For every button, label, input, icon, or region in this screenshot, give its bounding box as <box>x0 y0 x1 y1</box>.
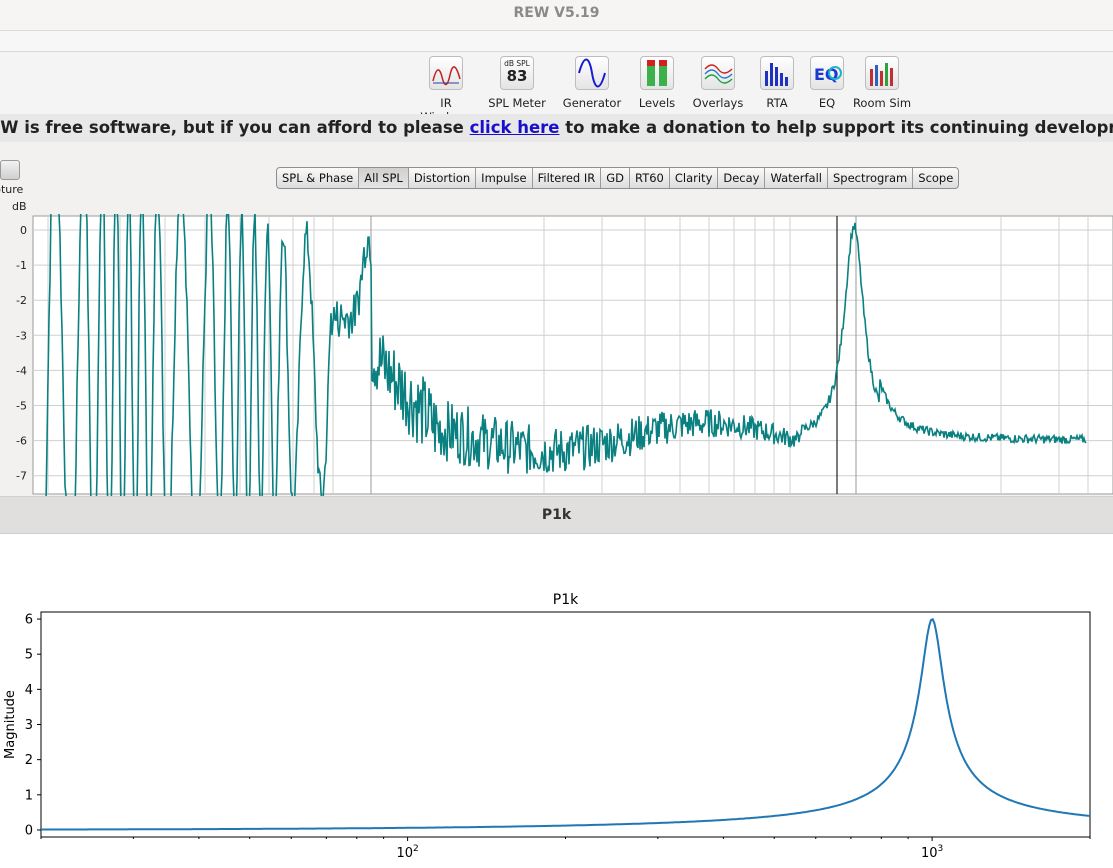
tab-gd[interactable]: GD <box>601 168 631 188</box>
levels-icon <box>640 56 674 90</box>
overlays-icon <box>701 56 735 90</box>
tab-all-spl[interactable]: All SPL <box>359 168 409 188</box>
ir-windows-icon <box>429 56 463 90</box>
room-sim-label: Room Sim <box>852 96 912 110</box>
tab-decay[interactable]: Decay <box>718 168 766 188</box>
y-tick-label: -7 <box>16 470 27 483</box>
x-tick-label: 103 <box>921 844 943 861</box>
levels-button[interactable]: Levels <box>632 56 682 110</box>
spl-meter-label: SPL Meter <box>488 96 546 110</box>
chart-title: P1k <box>553 592 579 608</box>
p1k-magnitude-chart: P1k 0 1 2 3 4 5 6 Magnitude 102 103 <box>3 592 1091 861</box>
y-tick-label: 0 <box>20 224 27 237</box>
y-unit-label: dB <box>12 200 27 213</box>
tab-clarity[interactable]: Clarity <box>670 168 719 188</box>
rta-button[interactable]: RTA <box>757 56 797 110</box>
levels-label: Levels <box>638 96 676 110</box>
capture-label: pture <box>0 183 24 196</box>
spl-meter-button[interactable]: dB SPL 83 SPL Meter <box>486 56 548 110</box>
graph-tabs: SPL & Phase All SPL Distortion Impulse Filte… <box>276 167 960 189</box>
y-tick-label: 3 <box>25 718 33 733</box>
tab-distortion[interactable]: Distortion <box>409 168 477 188</box>
menu-bar <box>0 31 1113 52</box>
rta-label: RTA <box>766 96 788 110</box>
eq-icon: EQ <box>810 56 844 90</box>
y-tick-label: -6 <box>16 435 27 448</box>
y-tick-label: 2 <box>25 753 33 768</box>
axes-frame <box>40 611 1091 838</box>
y-axis-label: Magnitude <box>3 690 18 759</box>
generator-button[interactable]: Generator <box>561 56 623 110</box>
spl-meter-value: 83 <box>506 67 528 85</box>
room-sim-icon <box>865 56 899 90</box>
tab-scope[interactable]: Scope <box>913 168 958 188</box>
y-tick-label: -2 <box>16 294 27 307</box>
banner-text-after: to make a donation to help support its c… <box>559 118 1113 137</box>
measurement-title-bar: P1k <box>0 496 1113 534</box>
tab-waterfall[interactable]: Waterfall <box>765 168 828 188</box>
generator-label: Generator <box>562 96 622 110</box>
window-title: REW V5.19 <box>0 0 1113 31</box>
y-tick-label: -5 <box>16 400 27 413</box>
tab-impulse[interactable]: Impulse <box>476 168 533 188</box>
y-tick-label: 1 <box>25 788 33 803</box>
capture-button[interactable] <box>0 160 20 180</box>
y-tick-label: 4 <box>25 683 33 698</box>
tab-spl-phase[interactable]: SPL & Phase <box>277 168 360 188</box>
tab-rt60[interactable]: RT60 <box>630 168 670 188</box>
room-sim-button[interactable]: Room Sim <box>850 56 914 110</box>
tab-spectrogram[interactable]: Spectrogram <box>828 168 914 188</box>
y-tick-label: -3 <box>16 329 27 342</box>
y-tick-label: 6 <box>25 613 33 628</box>
y-tick-label: 5 <box>25 648 33 663</box>
spl-meter-icon: dB SPL 83 <box>500 56 534 90</box>
y-tick-label: 0 <box>25 823 33 838</box>
eq-button[interactable]: EQ EQ <box>807 56 847 110</box>
tab-filtered-ir[interactable]: Filtered IR <box>533 168 602 188</box>
donation-banner: EW is free software, but if you can affo… <box>0 114 1113 142</box>
x-tick-label: 102 <box>396 844 418 861</box>
main-toolbar: IR Windows dB SPL 83 SPL Meter Generator… <box>0 52 1113 124</box>
donation-link[interactable]: click here <box>470 118 560 137</box>
x-tick-exponent: 3 <box>938 844 944 854</box>
spl-graph[interactable]: 0 -1 -2 -3 -4 -5 -6 -7 <box>0 214 1113 496</box>
overlays-button[interactable]: Overlays <box>690 56 746 110</box>
banner-text-before: EW is free software, but if you can affo… <box>0 118 470 137</box>
overlays-label: Overlays <box>692 96 744 110</box>
eq-label: EQ <box>818 96 836 110</box>
generator-icon <box>575 56 609 90</box>
x-tick-exponent: 2 <box>413 844 419 854</box>
y-tick-label: -1 <box>16 259 27 272</box>
y-tick-label: -4 <box>16 364 27 377</box>
rta-icon <box>760 56 794 90</box>
